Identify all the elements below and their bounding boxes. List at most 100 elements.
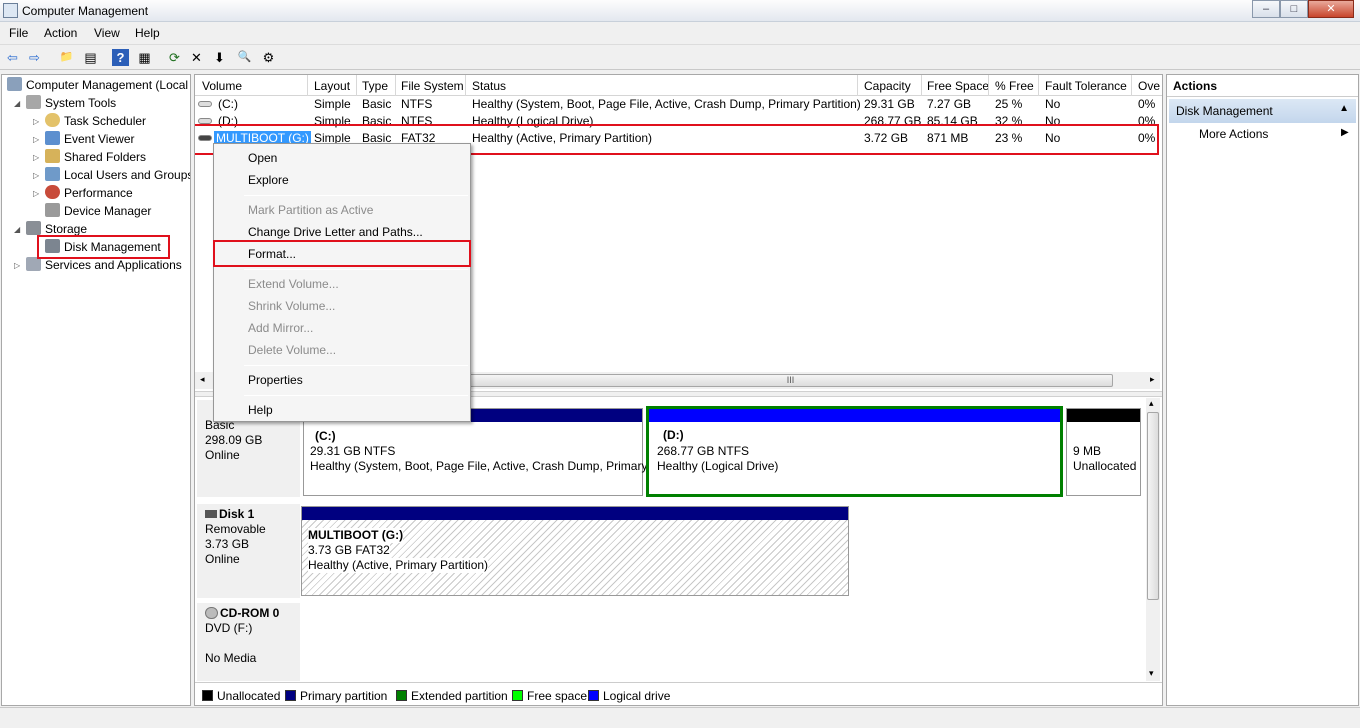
menu-bar: File Action View Help — [0, 23, 1360, 43]
menu-action[interactable]: Action — [44, 26, 77, 40]
cdrom-icon — [205, 607, 218, 619]
partition-unallocated[interactable]: 9 MB Unallocated — [1066, 408, 1141, 496]
column-file-system[interactable]: File System — [401, 79, 464, 93]
menu-item-add-mirror: Add Mirror... — [248, 321, 314, 335]
column-fault-tolerance[interactable]: Fault Tolerance — [1045, 79, 1127, 93]
show-hide-tree-icon[interactable]: ▤ — [82, 49, 99, 66]
partition-d[interactable]: (D:) 268.77 GB NTFS Healthy (Logical Dri… — [646, 406, 1063, 497]
tree-item-computer-management[interactable]: Computer Management (Local — [7, 77, 188, 94]
device-manager-icon — [45, 203, 60, 217]
scroll-down-icon[interactable]: ▾ — [1149, 668, 1154, 679]
window-title: Computer Management — [22, 4, 149, 18]
toolbar: ⇦ ⇨ 📁 ▤ ? ▦ ⟳ ✕ ⬇ 🔍 ⚙ — [0, 44, 1360, 70]
menu-item-properties[interactable]: Properties — [248, 373, 303, 387]
scroll-right-icon[interactable]: ▸ — [1150, 374, 1155, 385]
expand-arrow-icon[interactable]: ▷ — [14, 257, 20, 274]
settings-icon[interactable]: ⚙ — [260, 49, 277, 66]
title-bar: Computer Management – □ ✕ — [0, 0, 1360, 22]
vertical-scrollbar[interactable]: ▴ ▾ — [1146, 398, 1160, 681]
cdrom-info[interactable]: CD-ROM 0 DVD (F:) No Media — [197, 603, 300, 681]
close-button[interactable]: ✕ — [1308, 0, 1354, 18]
expand-arrow-icon[interactable]: ▷ — [33, 149, 39, 166]
collapse-arrow-icon[interactable]: ◢ — [14, 221, 20, 238]
help-icon[interactable]: ? — [112, 49, 129, 66]
expand-arrow-icon[interactable]: ▷ — [33, 113, 39, 130]
forward-icon[interactable]: ⇨ — [26, 49, 43, 66]
search-icon[interactable]: 🔍 — [236, 49, 253, 66]
up-folder-icon[interactable]: 📁 — [58, 49, 75, 66]
column-capacity[interactable]: Capacity — [864, 79, 911, 93]
expand-arrow-icon[interactable]: ▷ — [33, 131, 39, 148]
column-overhead[interactable]: Ove — [1138, 79, 1160, 93]
legend: Unallocated Primary partition Extended p… — [195, 682, 1162, 705]
refresh-icon[interactable]: ⟳ — [166, 49, 183, 66]
menu-item-explore[interactable]: Explore — [248, 173, 289, 187]
scroll-up-icon[interactable]: ▴ — [1149, 398, 1154, 409]
services-icon — [26, 257, 41, 271]
expand-arrow-icon[interactable]: ▷ — [33, 167, 39, 184]
menu-item-mark-active: Mark Partition as Active — [248, 203, 374, 217]
context-menu: Open Explore Mark Partition as Active Ch… — [213, 143, 471, 422]
drive-icon — [198, 101, 212, 107]
clock-icon — [45, 113, 60, 127]
tree-item-services[interactable]: ▷ Services and Applications — [14, 257, 182, 274]
partition-g[interactable]: MULTIBOOT (G:) 3.73 GB FAT32 Healthy (Ac… — [301, 506, 849, 596]
minimize-button[interactable]: – — [1252, 0, 1280, 18]
menu-file[interactable]: File — [9, 26, 28, 40]
back-icon[interactable]: ⇦ — [4, 49, 21, 66]
disk-1-info[interactable]: Disk 1 Removable 3.73 GB Online — [197, 504, 300, 598]
properties-icon[interactable]: ▦ — [136, 49, 153, 66]
legend-logical: Logical drive — [588, 689, 670, 703]
column-layout[interactable]: Layout — [314, 79, 350, 93]
event-viewer-icon — [45, 131, 60, 145]
scroll-thumb[interactable]: III — [468, 374, 1113, 387]
scroll-left-icon[interactable]: ◂ — [200, 374, 205, 385]
highlight-format-item — [213, 240, 471, 267]
tree-item-task-scheduler[interactable]: ▷ Task Scheduler — [33, 113, 146, 130]
computer-management-icon — [3, 3, 18, 18]
expand-arrow-icon[interactable]: ▷ — [33, 185, 39, 202]
collapse-arrow-icon[interactable]: ◢ — [14, 95, 20, 112]
shared-folder-icon — [45, 149, 60, 163]
menu-help[interactable]: Help — [135, 26, 160, 40]
column-volume[interactable]: Volume — [202, 79, 242, 93]
column-type[interactable]: Type — [362, 79, 388, 93]
tree-item-device-manager[interactable]: Device Manager — [45, 203, 151, 220]
menu-item-delete-volume: Delete Volume... — [248, 343, 337, 357]
legend-primary: Primary partition — [285, 689, 387, 703]
actions-section-disk-management[interactable]: Disk Management ▲ — [1169, 99, 1356, 123]
collapse-up-icon[interactable]: ▲ — [1339, 103, 1349, 114]
tree-item-event-viewer[interactable]: ▷ Event Viewer — [33, 131, 134, 148]
menu-item-help[interactable]: Help — [248, 403, 273, 417]
delete-icon[interactable]: ✕ — [188, 49, 205, 66]
tree-item-performance[interactable]: ▷ Performance — [33, 185, 133, 202]
computer-icon — [7, 77, 22, 91]
actions-pane: Actions Disk Management ▲ More Actions ▶ — [1166, 74, 1359, 706]
status-bar — [0, 707, 1360, 728]
tree-item-system-tools[interactable]: ◢ System Tools — [14, 95, 116, 112]
volume-row[interactable]: (C:) Simple Basic NTFS Healthy (System, … — [195, 96, 1162, 113]
column-free-space[interactable]: Free Space — [927, 79, 989, 93]
legend-unallocated: Unallocated — [202, 689, 280, 703]
legend-extended: Extended partition — [396, 689, 508, 703]
column-status[interactable]: Status — [472, 79, 506, 93]
maximize-button[interactable]: □ — [1280, 0, 1308, 18]
more-actions-item[interactable]: More Actions — [1199, 127, 1268, 141]
menu-item-change-drive-letter[interactable]: Change Drive Letter and Paths... — [248, 225, 423, 239]
users-icon — [45, 167, 60, 181]
legend-free-space: Free space — [512, 689, 587, 703]
export-icon[interactable]: ⬇ — [211, 49, 228, 66]
tools-icon — [26, 95, 41, 109]
chevron-right-icon[interactable]: ▶ — [1341, 127, 1349, 138]
disk-icon-label: Disk 1 — [205, 507, 292, 522]
volume-list-header: Volume Layout Type File System Status Ca… — [195, 75, 1162, 96]
vertical-scroll-thumb[interactable] — [1147, 412, 1159, 600]
storage-icon — [26, 221, 41, 235]
column-percent-free[interactable]: % Free — [995, 79, 1034, 93]
menu-view[interactable]: View — [94, 26, 120, 40]
highlight-disk-management — [37, 235, 170, 259]
menu-item-open[interactable]: Open — [248, 151, 277, 165]
performance-icon — [45, 185, 60, 199]
tree-item-local-users[interactable]: ▷ Local Users and Groups — [33, 167, 190, 184]
tree-item-shared-folders[interactable]: ▷ Shared Folders — [33, 149, 146, 166]
